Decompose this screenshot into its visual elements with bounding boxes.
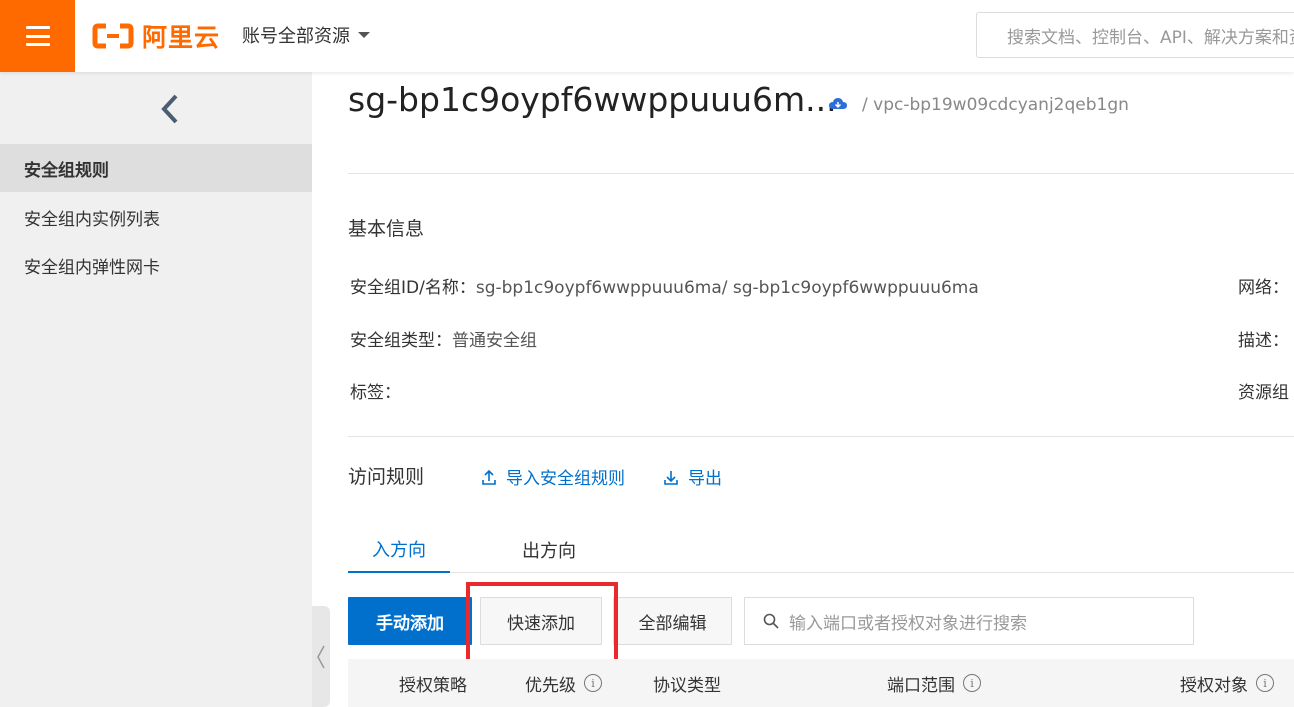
- download-icon: [664, 470, 678, 485]
- info-key: 网络：: [1238, 278, 1289, 298]
- column-label: 优先级: [525, 675, 576, 696]
- sidebar-item-label: 安全组内实例列表: [24, 209, 160, 230]
- column-label: 协议类型: [653, 675, 721, 696]
- sidebar: 安全组规则 安全组内实例列表 安全组内弹性网卡: [0, 72, 312, 707]
- info-tags: 标签：: [350, 378, 401, 403]
- tab-label: 出方向: [522, 541, 576, 562]
- column-header-protocol: 协议类型: [653, 659, 721, 707]
- column-label: 端口范围: [887, 675, 955, 696]
- basic-info-title: 基本信息: [348, 218, 425, 240]
- manual-add-button[interactable]: 手动添加: [348, 597, 472, 645]
- info-network: 网络：: [1238, 273, 1289, 298]
- quick-add-button[interactable]: 快速添加: [480, 597, 602, 645]
- column-header-auth-object: 授权对象 i: [1180, 659, 1274, 707]
- info-key: 描述：: [1238, 331, 1289, 351]
- sidebar-item-sg-rules[interactable]: 安全组规则: [0, 144, 312, 192]
- chevron-left-icon: [161, 94, 178, 124]
- column-header-port-range: 端口范围 i: [887, 659, 981, 707]
- access-rules-title: 访问规则: [348, 466, 425, 488]
- column-label: 授权策略: [399, 675, 467, 696]
- info-value: 普通安全组: [452, 331, 537, 351]
- tab-inbound[interactable]: 入方向: [348, 527, 450, 573]
- upload-icon: [482, 469, 496, 485]
- page-title: sg-bp1c9oypf6wwppuuu6m...: [348, 80, 837, 119]
- info-icon[interactable]: i: [963, 674, 981, 692]
- top-bar: 阿里云 账号全部资源 搜索文档、控制台、API、解决方案和资源: [0, 0, 1294, 72]
- info-sg-id: 安全组ID/名称：sg-bp1c9oypf6wwppuuu6ma/ sg-bp1…: [350, 273, 979, 298]
- column-header-policy: 授权策略: [399, 659, 467, 707]
- info-key: 资源组: [1238, 383, 1289, 403]
- hamburger-menu-button[interactable]: [0, 0, 75, 72]
- menu-icon: [25, 26, 50, 46]
- rules-table-header: 授权策略 优先级 i 协议类型 端口范围 i 授权对象 i: [348, 659, 1294, 707]
- divider: [348, 173, 1294, 174]
- info-resource-group: 资源组: [1238, 378, 1289, 403]
- import-rules-link[interactable]: 导入安全组规则: [482, 464, 625, 489]
- export-link[interactable]: 导出: [664, 464, 722, 489]
- info-description: 描述：: [1238, 326, 1289, 351]
- tab-label: 入方向: [372, 540, 426, 561]
- search-icon: [763, 613, 779, 629]
- aliyun-logo[interactable]: 阿里云: [92, 20, 220, 52]
- rule-search-placeholder: 输入端口或者授权对象进行搜索: [789, 613, 1027, 634]
- rule-search-input[interactable]: 输入端口或者授权对象进行搜索: [744, 597, 1194, 645]
- column-label: 授权对象: [1180, 675, 1248, 696]
- info-sg-type: 安全组类型：普通安全组: [350, 326, 537, 351]
- caret-down-icon: [358, 32, 370, 38]
- cloud-icon: [829, 98, 847, 109]
- account-resource-selector[interactable]: 账号全部资源: [242, 22, 370, 48]
- info-key: 安全组ID/名称：: [350, 278, 476, 298]
- aliyun-logo-icon: [92, 23, 134, 49]
- account-selector-label: 账号全部资源: [242, 26, 350, 47]
- sidebar-item-eni[interactable]: 安全组内弹性网卡: [0, 241, 312, 289]
- sidebar-item-instance-list[interactable]: 安全组内实例列表: [0, 193, 312, 241]
- sidebar-item-label: 安全组规则: [24, 160, 109, 181]
- import-rules-label: 导入安全组规则: [506, 469, 625, 489]
- info-icon[interactable]: i: [1256, 674, 1274, 692]
- divider: [348, 436, 1294, 437]
- logo-text: 阿里云: [142, 23, 221, 52]
- global-search-placeholder: 搜索文档、控制台、API、解决方案和资源: [1007, 27, 1294, 48]
- info-value: sg-bp1c9oypf6wwppuuu6ma/ sg-bp1c9oypf6ww…: [475, 278, 979, 298]
- edit-all-button[interactable]: 全部编辑: [613, 597, 732, 645]
- vpc-link[interactable]: / vpc-bp19w09cdcyanj2qeb1gn: [862, 95, 1129, 115]
- tab-outbound[interactable]: 出方向: [498, 527, 600, 573]
- sidebar-item-label: 安全组内弹性网卡: [24, 257, 160, 278]
- back-button[interactable]: [155, 92, 185, 126]
- info-key: 安全组类型：: [350, 331, 452, 351]
- global-search-input[interactable]: 搜索文档、控制台、API、解决方案和资源: [976, 12, 1294, 58]
- column-header-priority: 优先级 i: [525, 659, 602, 707]
- info-icon[interactable]: i: [584, 674, 602, 692]
- info-key: 标签：: [350, 383, 401, 403]
- direction-tabs: 入方向 出方向: [348, 527, 1294, 573]
- main-content: sg-bp1c9oypf6wwppuuu6m... / vpc-bp19w09c…: [312, 72, 1294, 707]
- export-label: 导出: [688, 469, 722, 489]
